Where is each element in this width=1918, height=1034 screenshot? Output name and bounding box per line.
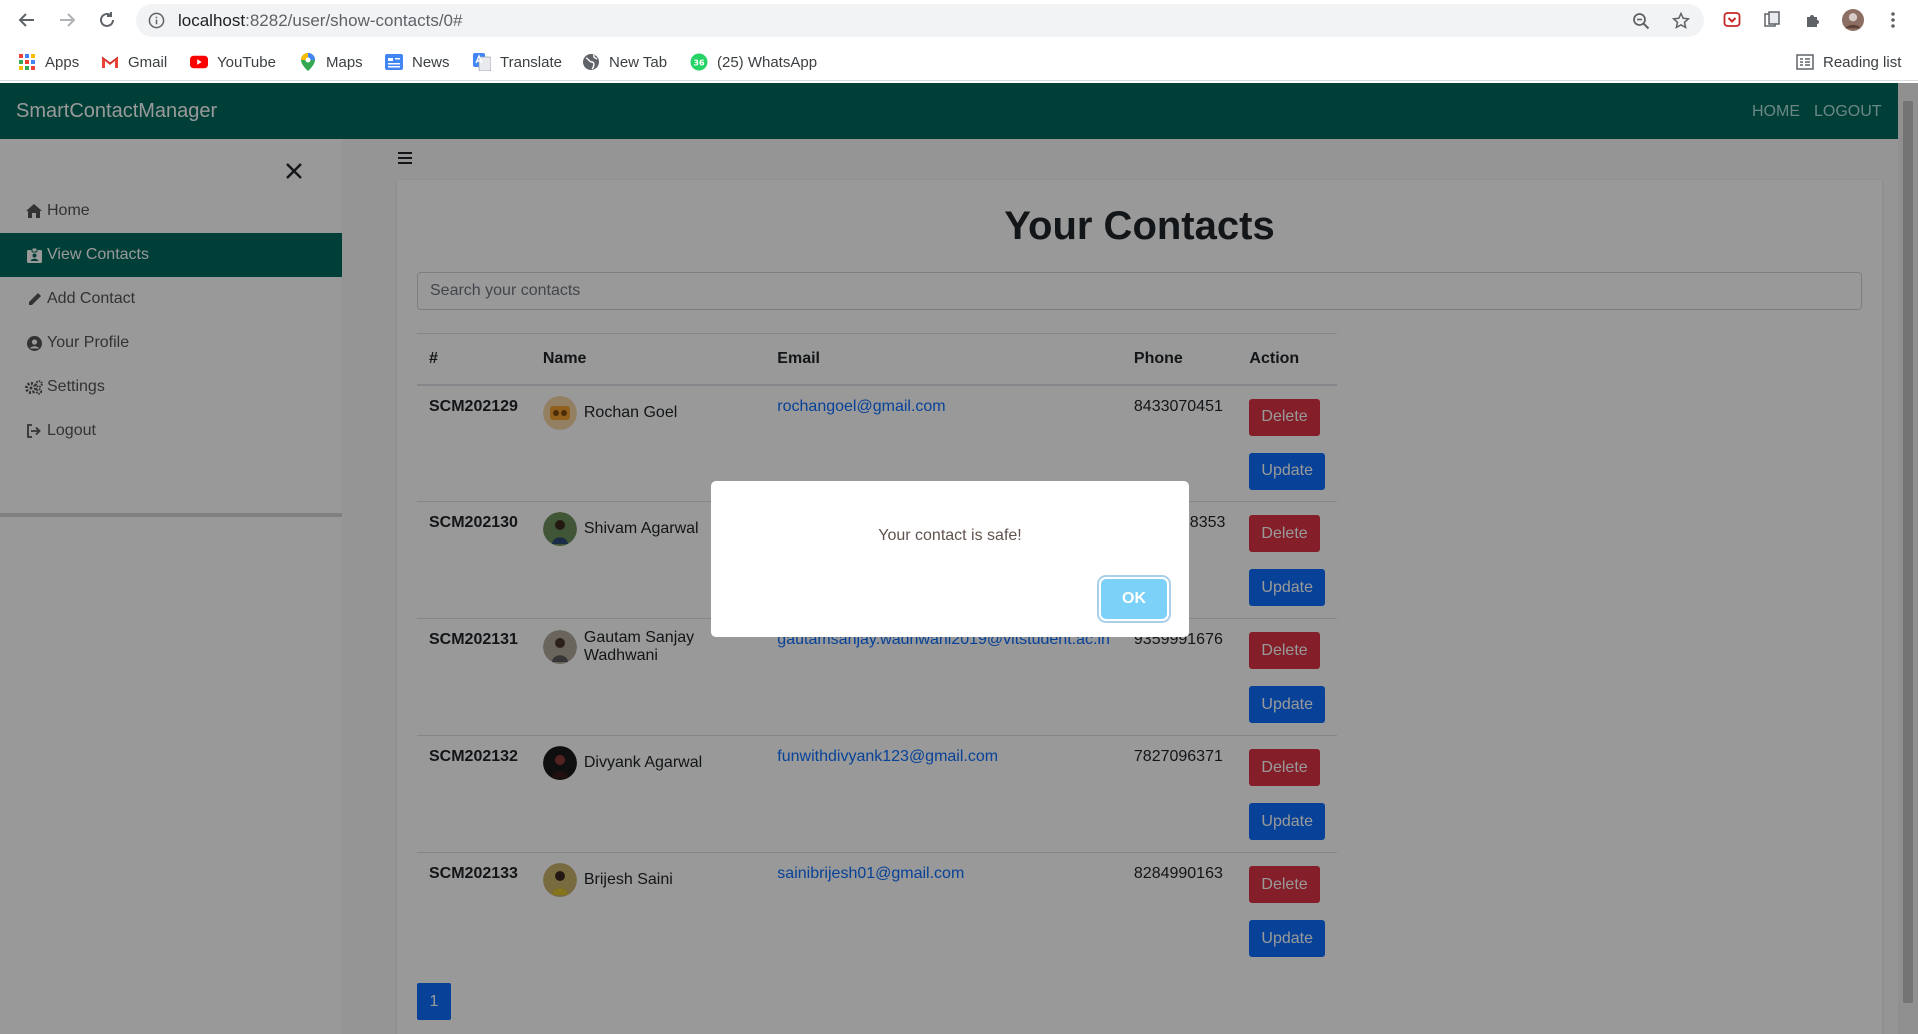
youtube-icon <box>190 53 208 71</box>
bookmark-label: News <box>412 53 450 71</box>
address-bar[interactable]: localhost:8282/user/show-contacts/0# <box>136 4 1704 37</box>
chrome-menu-icon[interactable] <box>1882 9 1904 31</box>
zoom-icon[interactable] <box>1632 12 1650 30</box>
bookmark-label: YouTube <box>217 53 276 71</box>
translate-icon <box>473 53 491 71</box>
profile-avatar-icon[interactable] <box>1842 9 1864 31</box>
news-icon <box>385 53 403 71</box>
bookmark-label: Translate <box>500 53 562 71</box>
whatsapp-icon: 36 <box>690 53 708 71</box>
bookmark-new-tab[interactable]: New Tab <box>582 51 667 73</box>
gmail-icon <box>101 53 119 71</box>
globe-icon <box>582 53 600 71</box>
maps-pin-icon <box>299 53 317 71</box>
bookmarks-bar: Apps Gmail YouTube Maps News Translate N… <box>0 43 1918 81</box>
extensions-puzzle-icon[interactable] <box>1802 9 1824 31</box>
bookmark-label: (25) WhatsApp <box>717 53 818 71</box>
url-text[interactable]: localhost:8282/user/show-contacts/0# <box>178 11 462 31</box>
bookmark-label: Apps <box>45 53 80 71</box>
bookmark-star-icon[interactable] <box>1672 12 1690 30</box>
bookmark-youtube[interactable]: YouTube <box>190 51 276 73</box>
bookmark-translate[interactable]: Translate <box>473 51 562 73</box>
reading-list-icon <box>1796 53 1814 71</box>
forward-icon[interactable] <box>56 9 78 31</box>
tab-manager-extension-icon[interactable] <box>1761 9 1783 31</box>
alert-message: Your contact is safe! <box>878 527 1022 544</box>
alert-dialog: Your contact is safe! OK <box>711 481 1189 637</box>
browser-toolbar: localhost:8282/user/show-contacts/0# <box>0 0 1918 40</box>
bookmark-label: New Tab <box>609 53 668 71</box>
reading-list[interactable]: Reading list <box>1796 51 1901 73</box>
bookmark-whatsapp[interactable]: 36 (25) WhatsApp <box>690 51 817 73</box>
bookmark-gmail[interactable]: Gmail <box>101 51 167 73</box>
pocket-extension-icon[interactable] <box>1721 9 1743 31</box>
site-info-icon[interactable] <box>148 12 165 29</box>
apps-grid-icon <box>18 53 36 71</box>
bookmark-apps[interactable]: Apps <box>18 51 79 73</box>
ok-button[interactable]: OK <box>1101 579 1167 619</box>
reload-icon[interactable] <box>96 9 118 31</box>
bookmark-label: Maps <box>326 53 363 71</box>
svg-text:36: 36 <box>693 59 705 68</box>
reading-list-label: Reading list <box>1823 53 1902 71</box>
bookmark-news[interactable]: News <box>385 51 450 73</box>
back-icon[interactable] <box>16 9 38 31</box>
bookmark-label: Gmail <box>128 53 168 71</box>
bookmark-maps[interactable]: Maps <box>299 51 363 73</box>
